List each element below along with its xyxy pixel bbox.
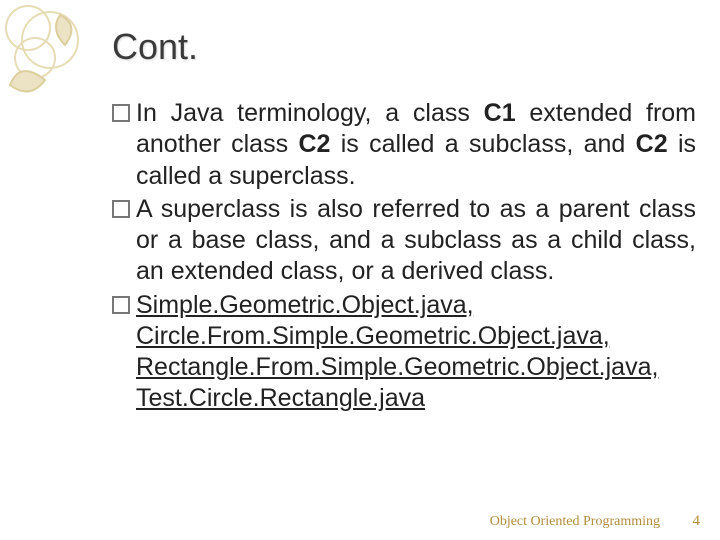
bullet-2: A superclass is also referred to as a pa… [112, 194, 696, 288]
slide-content: In Java terminology, a class C1 extended… [112, 98, 696, 417]
bullet-3-text: Simple.Geometric.Object.java, Circle.Fro… [136, 290, 696, 415]
slide-title: Cont. [112, 26, 198, 68]
bullet-marker-icon [112, 296, 130, 314]
file-link-4[interactable]: Test.Circle.Rectangle.java [136, 384, 425, 412]
bullet-marker-icon [112, 200, 130, 218]
file-link-3[interactable]: Rectangle.From.Simple.Geometric.Object.j… [136, 353, 658, 381]
bullet-1: In Java terminology, a class C1 extended… [112, 98, 696, 192]
footer-text: Object Oriented Programming [490, 514, 660, 530]
file-link-2[interactable]: Circle.From.Simple.Geometric.Object.java… [136, 322, 610, 350]
bullet-1-text: In Java terminology, a class C1 extended… [136, 98, 696, 192]
decorative-ornament [0, 0, 130, 130]
bullet-marker-icon [112, 104, 130, 122]
file-link-1[interactable]: Simple.Geometric.Object.java, [136, 291, 474, 319]
bullet-3: Simple.Geometric.Object.java, Circle.Fro… [112, 290, 696, 415]
page-number: 4 [693, 513, 701, 530]
bullet-2-text: A superclass is also referred to as a pa… [136, 194, 696, 288]
